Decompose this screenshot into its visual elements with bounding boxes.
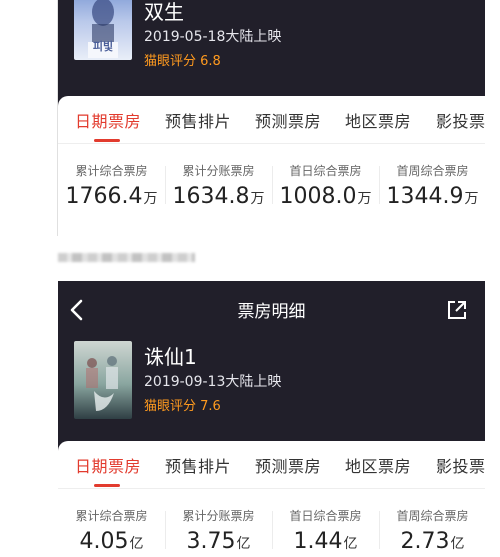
stat-number: 1008.0: [279, 184, 357, 209]
stat-unit: 万: [464, 191, 479, 207]
release-date: 2019-05-18大陆上映: [144, 29, 282, 45]
stat-value: 1008.0万: [272, 184, 379, 209]
stat-number: 1634.8: [172, 184, 250, 209]
tab-region-box-office[interactable]: 地区票房: [345, 108, 411, 132]
stat-value: 1634.8万: [165, 184, 272, 209]
stat-label: 累计分账票房: [182, 164, 255, 178]
stat-number: 3.75: [186, 529, 236, 554]
stat-number: 1766.4: [65, 184, 143, 209]
stat-label: 累计分账票房: [182, 509, 255, 523]
nav-bar: 票房明细: [58, 281, 485, 339]
poster-caption: 피빛: [92, 40, 114, 53]
tab-daily-box-office[interactable]: 日期票房: [75, 453, 141, 477]
stat-number: 2.73: [400, 529, 450, 554]
movie-header: 피빛 双生 2019-05-18大陆上映 猫眼评分 6.8: [58, 0, 485, 110]
stat-value: 1766.4万: [58, 184, 165, 209]
stat-unit: 亿: [236, 536, 251, 552]
stat-value: 4.05亿: [58, 529, 165, 554]
tab-forecast-box-office[interactable]: 预测票房: [255, 453, 321, 477]
tab-cinema-investment[interactable]: 影投票: [436, 108, 485, 132]
active-tab-indicator: [94, 484, 120, 487]
stat-number: 4.05: [79, 529, 129, 554]
maoyan-score: 猫眼评分 7.6: [144, 399, 221, 414]
movie-poster: 피빛: [74, 0, 132, 60]
tab-bar: 日期票房 预售排片 预测票房 地区票房 影投票: [58, 441, 485, 489]
release-date: 2019-09-13大陆上映: [144, 374, 282, 390]
stat-unit: 万: [143, 191, 158, 207]
stats-row: 累计综合票房 4.05亿 累计分账票房 3.75亿 首日综合票房 1.44亿 首…: [58, 489, 485, 557]
movie-title: 双生: [144, 0, 184, 24]
box-office-card: 日期票房 预售排片 预测票房 地区票房 影投票 累计综合票房 1766.4万 累…: [58, 96, 485, 236]
stats-row: 累计综合票房 1766.4万 累计分账票房 1634.8万 首日综合票房 100…: [58, 144, 485, 224]
tab-presale-schedule[interactable]: 预售排片: [165, 453, 231, 477]
stat-value: 3.75亿: [165, 529, 272, 554]
page-title: 票房明细: [237, 302, 306, 322]
stat-value: 2.73亿: [379, 529, 485, 554]
maoyan-score: 猫眼评分 6.8: [144, 54, 221, 69]
stat-label: 首周综合票房: [396, 509, 469, 523]
tab-region-box-office[interactable]: 地区票房: [345, 453, 411, 477]
active-tab-indicator: [94, 139, 120, 142]
stat-unit: 亿: [129, 536, 144, 552]
stat-value: 1344.9万: [379, 184, 485, 209]
stat-number: 1.44: [293, 529, 343, 554]
stat-label: 首日综合票房: [289, 164, 362, 178]
box-office-card: 日期票房 预售排片 预测票房 地区票房 影投票 累计综合票房 4.05亿 累计分…: [58, 441, 485, 557]
share-icon[interactable]: [445, 298, 469, 322]
movie-poster: [74, 341, 132, 419]
tab-cinema-investment[interactable]: 影投票: [436, 453, 485, 477]
stat-unit: 亿: [343, 536, 358, 552]
screen-zhuxian: 票房明细 诛仙1 2019-09-13大陆上映 猫眼评分 7.6 日期票房 预售…: [58, 281, 485, 557]
stat-value: 1.44亿: [272, 529, 379, 554]
stat-unit: 万: [357, 191, 372, 207]
stat-unit: 亿: [450, 536, 465, 552]
tab-bar: 日期票房 预售排片 预测票房 地区票房 影投票: [58, 96, 485, 144]
stat-label: 首周综合票房: [396, 164, 469, 178]
stat-number: 1344.9: [386, 184, 464, 209]
movie-header: 票房明细 诛仙1 2019-09-13大陆上映 猫眼评分 7.6: [58, 281, 485, 456]
screen-shuangsheng: 피빛 双生 2019-05-18大陆上映 猫眼评分 6.8 日期票房 预售排片 …: [58, 0, 485, 236]
tab-presale-schedule[interactable]: 预售排片: [165, 108, 231, 132]
stat-label: 累计综合票房: [75, 509, 148, 523]
stat-label: 首日综合票房: [289, 509, 362, 523]
tab-forecast-box-office[interactable]: 预测票房: [255, 108, 321, 132]
movie-title: 诛仙1: [144, 345, 197, 369]
tab-daily-box-office[interactable]: 日期票房: [75, 108, 141, 132]
stat-label: 累计综合票房: [75, 164, 148, 178]
stat-unit: 万: [250, 191, 265, 207]
blurred-caption: [58, 253, 195, 262]
